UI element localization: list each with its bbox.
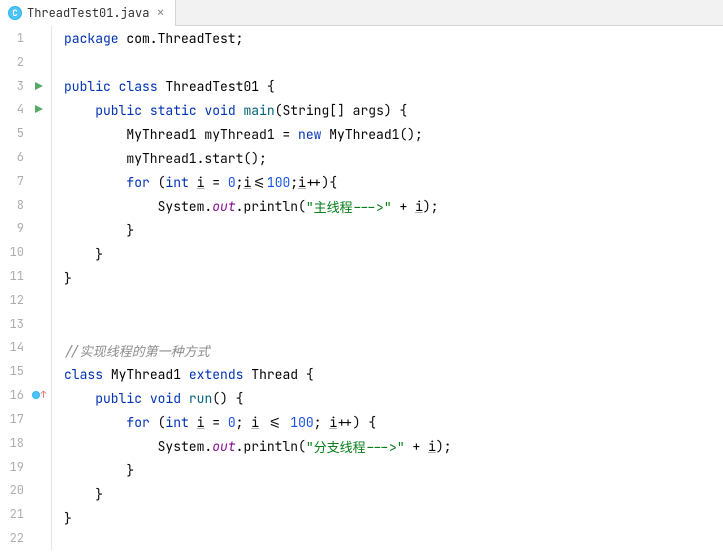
line-number: 14 xyxy=(0,339,30,355)
code-line: } xyxy=(64,458,723,482)
code-line xyxy=(64,530,723,554)
code-line: public static void main(String[] args) { xyxy=(64,98,723,122)
line-number: 8 xyxy=(0,197,30,213)
editor: 1 2 3 4 5 6 7 8 9 10 11 12 13 14 15 16↑ … xyxy=(0,26,723,550)
code-line: } xyxy=(64,506,723,530)
run-icon[interactable] xyxy=(30,81,48,91)
line-number: 9 xyxy=(0,220,30,236)
tab-filename: ThreadTest01.java xyxy=(27,5,149,21)
line-number: 6 xyxy=(0,149,30,165)
code-line: package com.ThreadTest; xyxy=(64,26,723,50)
file-tab[interactable]: C ThreadTest01.java × xyxy=(0,0,176,26)
gutter: 1 2 3 4 5 6 7 8 9 10 11 12 13 14 15 16↑ … xyxy=(0,26,52,550)
line-number: 19 xyxy=(0,459,30,475)
code-line: public class ThreadTest01 { xyxy=(64,74,723,98)
line-number: 18 xyxy=(0,435,30,451)
code-area[interactable]: package com.ThreadTest; public class Thr… xyxy=(52,26,723,550)
line-number: 20 xyxy=(0,482,30,498)
line-number: 2 xyxy=(0,54,30,70)
java-class-icon: C xyxy=(8,6,22,20)
code-line: } xyxy=(64,482,723,506)
line-number: 5 xyxy=(0,125,30,141)
code-line xyxy=(64,314,723,338)
line-number: 17 xyxy=(0,411,30,427)
code-line xyxy=(64,50,723,74)
code-line: //实现线程的第一种方式 xyxy=(64,338,723,362)
line-number: 21 xyxy=(0,506,30,522)
code-line: class MyThread1 extends Thread { xyxy=(64,362,723,386)
line-number: 15 xyxy=(0,363,30,379)
line-number: 12 xyxy=(0,292,30,308)
line-number: 13 xyxy=(0,316,30,332)
code-line xyxy=(64,290,723,314)
tab-bar: C ThreadTest01.java × xyxy=(0,0,723,26)
close-icon[interactable]: × xyxy=(154,6,166,20)
code-line: MyThread1 myThread1 = new MyThread1(); xyxy=(64,122,723,146)
code-line: System.out.println("主线程--->" + i); xyxy=(64,194,723,218)
override-icon[interactable]: ↑ xyxy=(30,390,48,400)
line-number: 22 xyxy=(0,530,30,546)
line-number: 4 xyxy=(0,101,30,117)
run-icon[interactable] xyxy=(30,104,48,114)
line-number: 10 xyxy=(0,244,30,260)
line-number: 16 xyxy=(0,387,30,403)
code-line: for (int i = 0; i <= 100; i++) { xyxy=(64,410,723,434)
code-line: public void run() { xyxy=(64,386,723,410)
line-number: 7 xyxy=(0,173,30,189)
code-line: } xyxy=(64,266,723,290)
line-number: 3 xyxy=(0,78,30,94)
code-line: myThread1.start(); xyxy=(64,146,723,170)
code-line: } xyxy=(64,218,723,242)
line-number: 1 xyxy=(0,30,30,46)
line-number: 11 xyxy=(0,268,30,284)
code-line: System.out.println("分支线程--->" + i); xyxy=(64,434,723,458)
code-line: for (int i = 0;i<=100;i++){ xyxy=(64,170,723,194)
code-line: } xyxy=(64,242,723,266)
